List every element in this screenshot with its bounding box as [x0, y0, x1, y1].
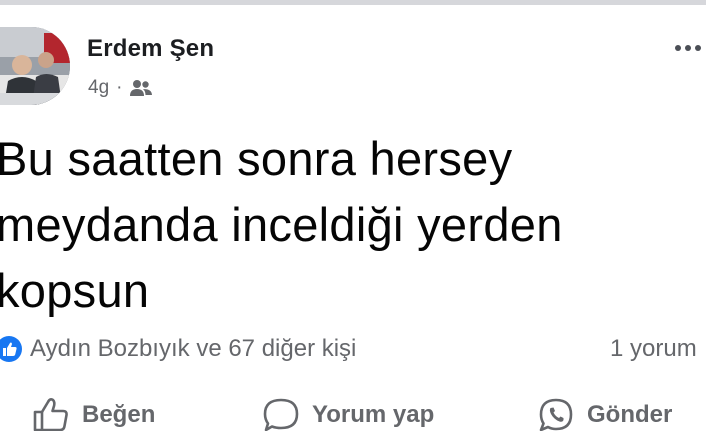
send-button[interactable]: Gönder	[537, 393, 672, 431]
reactions-summary[interactable]: Aydın Bozbıyık ve 67 diğer kişi	[0, 334, 356, 364]
like-label: Beğen	[82, 401, 156, 428]
author-avatar[interactable]	[0, 27, 70, 105]
comment-label: Yorum yap	[312, 401, 435, 428]
meta-separator: ·	[116, 77, 123, 98]
post-meta: 4g ·	[88, 76, 153, 100]
comment-bubble-icon	[262, 397, 300, 431]
author-name[interactable]: Erdem Şen	[87, 35, 214, 63]
post-text: Bu saatten sonra hersey meydanda inceldi…	[0, 132, 563, 317]
like-reaction-icon	[0, 336, 22, 362]
reactions-text[interactable]: Aydın Bozbıyık ve 67 diğer kişi	[30, 335, 356, 363]
comments-count[interactable]: 1 yorum	[610, 334, 697, 364]
card-top-divider	[0, 0, 706, 5]
post-time[interactable]: 4g	[88, 77, 109, 99]
more-options-icon[interactable]	[674, 38, 706, 58]
like-button[interactable]: Beğen	[32, 393, 155, 431]
post-actions-bar: Beğen Yorum yap Gönder	[0, 393, 706, 431]
send-label: Gönder	[587, 401, 673, 428]
facebook-post-card: Erdem Şen 4g · Bu saatten sonra hersey m…	[0, 0, 706, 431]
whatsapp-icon	[537, 397, 575, 431]
friends-icon[interactable]	[129, 78, 153, 98]
thumbs-up-icon	[32, 397, 70, 431]
comment-button[interactable]: Yorum yap	[262, 393, 434, 431]
